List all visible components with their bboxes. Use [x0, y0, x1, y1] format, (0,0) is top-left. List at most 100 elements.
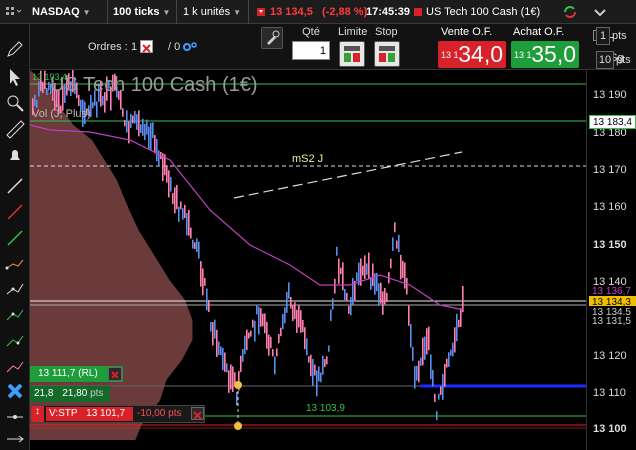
tick-bar [270, 336, 272, 349]
cursor-icon[interactable] [4, 66, 26, 88]
polyline-tool-icon[interactable] [4, 278, 26, 300]
status-icon [413, 0, 423, 24]
wave-tool-icon[interactable] [4, 356, 26, 378]
drag-arrows-icon[interactable]: ↕ [31, 406, 44, 422]
buy-button[interactable]: 13 1 35,0 [511, 41, 579, 68]
tick-bar [248, 332, 250, 339]
tick-bar [294, 302, 296, 320]
tick-bar [224, 352, 226, 372]
tick-bar [372, 263, 374, 287]
tick-bar [368, 252, 370, 280]
instrument-name[interactable]: US Tech 100 Cash (1€) [426, 0, 540, 24]
limit-order-button[interactable] [339, 41, 365, 67]
stop-order-tag[interactable]: ↕ V:STP 13 101,7 -10,00 pts [30, 405, 205, 423]
buy-label: Achat O.F. [513, 26, 565, 38]
ray-tool-icon[interactable] [4, 200, 26, 222]
tick-bar [314, 364, 316, 376]
tick-bar [34, 94, 36, 107]
channel-tool-icon[interactable] [4, 252, 26, 274]
measure-handle-top[interactable] [234, 381, 242, 389]
price-axis[interactable]: 13 190 13 180 13 170 13 160 13 150 13 140 13 1… [586, 70, 636, 450]
buy-price: 35,0 [531, 41, 576, 67]
tick-bar [154, 135, 156, 154]
tick-bar [272, 349, 274, 357]
tick-bar [456, 313, 458, 342]
cancel-orders-icon[interactable] [140, 40, 153, 53]
measure-handle-bottom[interactable] [234, 422, 242, 430]
tick-bar [162, 153, 164, 182]
tick-bar [438, 393, 440, 400]
tick-bar [416, 365, 418, 381]
tick-bar [282, 314, 284, 330]
close-position-icon[interactable] [108, 367, 122, 381]
quantity-input[interactable] [292, 41, 330, 60]
sg-points-input[interactable] [596, 51, 614, 69]
tick-bar [212, 322, 214, 346]
stop-order-button[interactable] [374, 41, 400, 67]
tick-bar [268, 334, 270, 356]
period-label: 100 ticks [113, 6, 160, 18]
tick-bar [396, 240, 398, 249]
last-price: 13 134,5 [270, 6, 313, 18]
bell-icon[interactable] [4, 144, 26, 166]
tick-bar [288, 282, 290, 299]
zoom-icon[interactable] [4, 92, 26, 114]
tick-bar [242, 348, 244, 362]
fib-tool-icon[interactable] [4, 304, 26, 326]
resistance-price-tag: 13 183,4 [589, 115, 636, 129]
tick-bar [280, 327, 282, 337]
tick-bar [138, 110, 140, 137]
tick-bar [380, 282, 382, 304]
period-select[interactable]: 100 ticks ▼ [113, 0, 170, 24]
price-chart[interactable]: US Tech 100 Cash (1€) 13 193,4 Vol (J, P… [30, 70, 586, 450]
cancel-stop-icon[interactable] [191, 407, 204, 420]
tick-bar [406, 277, 408, 295]
tick-bar [356, 272, 358, 282]
position-qty: 21,8 [34, 388, 54, 399]
tick-bar [262, 313, 264, 327]
tick-bar [324, 359, 326, 368]
tick-bar [250, 330, 252, 337]
price-tick-label: 13 150 [593, 239, 627, 251]
pitch-tool-icon[interactable] [4, 330, 26, 352]
toolbox-button[interactable] [261, 27, 283, 49]
pts-unit: pts [90, 388, 104, 399]
tick-bar [178, 206, 180, 222]
ruler-icon[interactable] [4, 118, 26, 140]
volume-label: Vol (J, Plus) [32, 108, 91, 120]
refresh-icon[interactable] [560, 0, 580, 24]
chevron-down-icon[interactable] [590, 0, 610, 24]
tick-bar [208, 299, 210, 312]
tick-bar [210, 322, 212, 332]
tick-bar [444, 363, 446, 387]
tick-bar [124, 120, 126, 127]
orders-count-pending: 1 [131, 41, 138, 53]
pencil-icon[interactable] [4, 38, 26, 60]
tick-bar [218, 341, 220, 355]
market-select[interactable]: NASDAQ ▼ [32, 0, 91, 24]
arrow-line-icon[interactable] [4, 428, 26, 450]
units-select[interactable]: 1 k unités ▼ [183, 0, 241, 24]
tick-bar [216, 329, 218, 357]
tick-bar [92, 102, 94, 109]
tick-bar [176, 184, 178, 210]
trendline-tool-icon[interactable] [4, 226, 26, 248]
tick-bar [316, 370, 318, 397]
tick-bar [200, 261, 202, 287]
sell-button[interactable]: 13 1 34,0 [438, 41, 506, 68]
tick-bar [308, 356, 310, 363]
tick-bar [42, 81, 44, 93]
tick-bar [326, 356, 328, 365]
tick-bar [240, 355, 242, 372]
delete-drawings-icon[interactable] [4, 380, 26, 402]
gears-icon[interactable] [182, 40, 198, 59]
position-type: (RL) [78, 368, 98, 379]
tick-bar [140, 124, 142, 133]
horizontal-line-icon[interactable] [4, 406, 26, 428]
line-tool-icon[interactable] [4, 174, 26, 196]
drawing-toolbar [0, 24, 30, 450]
l-points-input[interactable] [596, 27, 610, 45]
tick-bar [394, 222, 396, 233]
grid-menu-icon[interactable] [2, 0, 24, 24]
price-tick-label: 13 170 [593, 164, 627, 176]
